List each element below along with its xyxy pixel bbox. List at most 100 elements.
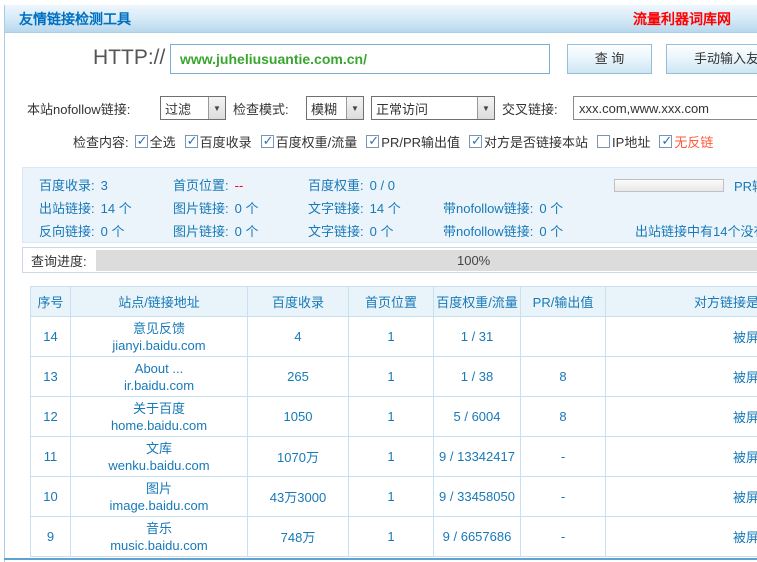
- check-item[interactable]: IP地址: [597, 132, 650, 151]
- summary-row-3: 反向链接: 0 个 图片链接: 0 个 文字链接: 0 个 带nofollow链接: 0…: [39, 219, 757, 242]
- check-content-label: 检查内容:: [73, 135, 129, 150]
- cell-baidu-index: 1050: [247, 396, 349, 437]
- cell-status: 被屏蔽的域名: [605, 316, 757, 357]
- text-links-stat-2: 文字链接: 0 个: [308, 224, 394, 239]
- site-brand-link[interactable]: 流量利器词库网: [633, 5, 731, 33]
- cell-weight: 9 / 33458050: [433, 476, 521, 517]
- cell-home-position: 1: [348, 476, 434, 517]
- site-url-link[interactable]: image.baidu.com: [72, 497, 247, 514]
- query-button[interactable]: 查 询: [567, 44, 652, 74]
- site-url-link[interactable]: wenku.baidu.com: [72, 457, 247, 474]
- site-name-link[interactable]: About ...: [72, 360, 247, 377]
- site-url-link[interactable]: music.baidu.com: [72, 537, 247, 554]
- page-bottom-border: [4, 558, 757, 560]
- site-name-link[interactable]: 音乐: [72, 520, 247, 537]
- cell-weight: 5 / 6004: [433, 396, 521, 437]
- nofollow-select-value: 过滤: [165, 101, 192, 117]
- cell-no: 10: [30, 476, 71, 517]
- site-name-link[interactable]: 关于百度: [72, 400, 247, 417]
- cell-home-position: 1: [348, 396, 434, 437]
- nofollow-select[interactable]: 过滤: [160, 96, 226, 120]
- cell-pr: -: [520, 436, 606, 477]
- cell-pr: [520, 316, 606, 357]
- table-row: 14 意见反馈 jianyi.baidu.com 4 1 1 / 31 被屏蔽的…: [30, 316, 757, 357]
- checkbox-icon[interactable]: [134, 133, 148, 149]
- cell-baidu-index: 748万: [247, 516, 349, 557]
- cell-site: 关于百度 home.baidu.com: [70, 396, 248, 437]
- home-position-stat: 首页位置: --: [173, 178, 244, 193]
- table-row: 12 关于百度 home.baidu.com 1050 1 5 / 6004 8…: [30, 396, 757, 437]
- site-name-link[interactable]: 图片: [72, 480, 247, 497]
- manual-input-button[interactable]: 手动输入友情链接: [666, 44, 757, 74]
- chevron-down-icon[interactable]: [477, 97, 494, 119]
- site-url-link[interactable]: home.baidu.com: [72, 417, 247, 434]
- nofollow-label: 本站nofollow链接:: [27, 102, 131, 117]
- cell-home-position: 1: [348, 316, 434, 357]
- col-header-pr: PR/输出值: [520, 286, 606, 317]
- chevron-down-icon[interactable]: [346, 97, 363, 119]
- cell-no: 13: [30, 356, 71, 397]
- header-bar: 友情链接检测工具 流量利器词库网: [5, 5, 757, 33]
- checkbox-icon[interactable]: [469, 133, 483, 149]
- check-item[interactable]: 百度权重/流量: [260, 132, 358, 151]
- checkbox-icon[interactable]: [366, 133, 380, 149]
- cell-weight: 1 / 38: [433, 356, 521, 397]
- progress-section: 查询进度: 100%: [22, 247, 757, 273]
- checkbox-icon[interactable]: [184, 133, 198, 149]
- outbound-stat: 出站链接: 14 个: [39, 201, 132, 216]
- baidu-weight-stat: 百度权重: 0 / 0: [308, 178, 395, 193]
- cell-baidu-index: 1070万: [247, 436, 349, 477]
- check-content-row: 检查内容: 全选 百度收录 百度权重/流量 PR/PR输出值 对方是否链接本站 …: [73, 132, 722, 151]
- image-links-stat-1: 图片链接: 0 个: [173, 201, 259, 216]
- cell-no: 9: [30, 516, 71, 557]
- url-input[interactable]: [170, 44, 550, 74]
- nofollow-links-stat-2: 带nofollow链接: 0 个: [443, 224, 564, 239]
- summary-panel: 百度收录:3 首页位置:-- 百度权重:0 / 0 PR输出值:0.03 出站链…: [22, 167, 757, 243]
- check-item-label: 对方是否链接本站: [484, 135, 589, 150]
- protocol-label: HTTP://: [93, 46, 166, 69]
- site-url-link[interactable]: jianyi.baidu.com: [72, 337, 247, 354]
- check-item-label: 无反链: [674, 135, 714, 150]
- cell-site: 文库 wenku.baidu.com: [70, 436, 248, 477]
- site-name-link[interactable]: 意见反馈: [72, 320, 247, 337]
- site-name-link[interactable]: 文库: [72, 440, 247, 457]
- cell-status: 被屏蔽的域名: [605, 436, 757, 477]
- check-item-label: 百度权重/流量: [275, 135, 358, 150]
- cell-pr: 8: [520, 396, 606, 437]
- check-mode-label: 检查模式:: [233, 102, 289, 117]
- summary-row-2: 出站链接: 14 个 图片链接: 0 个 文字链接: 14 个 带nofollow链接…: [39, 196, 757, 219]
- cell-pr: -: [520, 476, 606, 517]
- check-item[interactable]: 对方是否链接本站: [469, 132, 588, 151]
- chevron-down-icon[interactable]: [208, 97, 225, 119]
- progress-bar: 100%: [96, 249, 757, 271]
- cell-site: 图片 image.baidu.com: [70, 476, 248, 517]
- col-header-site: 站点/链接地址: [70, 286, 248, 317]
- site-url-link[interactable]: ir.baidu.com: [72, 377, 247, 394]
- links-table: 序号 站点/链接地址 百度收录 首页位置 百度权重/流量 PR/输出值 对方链接…: [30, 286, 757, 557]
- table-header-row: 序号 站点/链接地址 百度收录 首页位置 百度权重/流量 PR/输出值 对方链接…: [30, 286, 757, 317]
- cell-status: 被屏蔽的域名: [605, 356, 757, 397]
- check-item[interactable]: PR/PR输出值: [366, 132, 460, 151]
- checkbox-icon[interactable]: [659, 133, 673, 149]
- cross-link-label: 交叉链接:: [502, 102, 558, 117]
- checkbox-icon[interactable]: [597, 135, 611, 148]
- mode-select[interactable]: 模糊: [306, 96, 364, 120]
- backlinks-stat: 反向链接: 0 个: [39, 224, 125, 239]
- cell-site: About ... ir.baidu.com: [70, 356, 248, 397]
- check-item[interactable]: 无反链: [659, 132, 713, 151]
- check-item[interactable]: 全选: [134, 132, 176, 151]
- cell-weight: 9 / 13342417: [433, 436, 521, 477]
- cell-no: 14: [30, 316, 71, 357]
- access-select[interactable]: 正常访问: [371, 96, 495, 120]
- cell-no: 11: [30, 436, 71, 477]
- check-item-label: 全选: [149, 135, 176, 150]
- summary-note: 出站链接中有14个没有本站链接: [635, 224, 757, 239]
- check-item[interactable]: 百度收录: [184, 132, 252, 151]
- progress-label: 查询进度:: [31, 253, 87, 269]
- checkbox-icon[interactable]: [260, 133, 274, 149]
- nofollow-links-stat-1: 带nofollow链接: 0 个: [443, 201, 564, 216]
- table-row: 9 音乐 music.baidu.com 748万 1 9 / 6657686 …: [30, 516, 757, 557]
- cell-baidu-index: 4: [247, 316, 349, 357]
- cross-link-input[interactable]: [573, 96, 757, 120]
- cell-pr: 8: [520, 356, 606, 397]
